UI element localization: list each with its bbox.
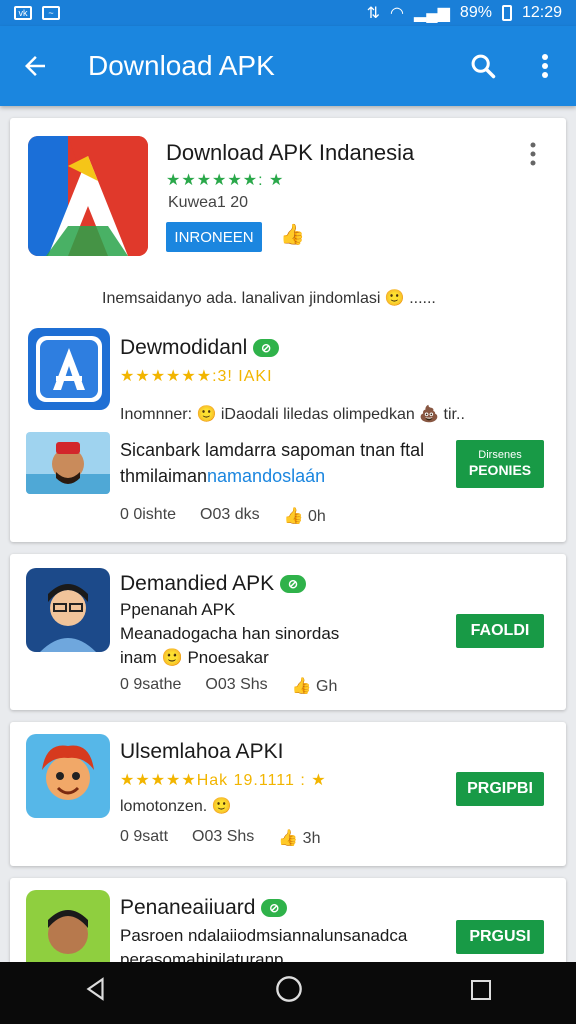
app4-icon <box>26 890 110 968</box>
page-title: Download APK <box>88 50 275 81</box>
thumbs-up-icon[interactable]: 👍 <box>280 222 305 247</box>
app2-action-button[interactable]: FAOLDI <box>456 614 544 648</box>
subapp-badge: ⊘ <box>253 339 280 358</box>
likes-count: 0h <box>308 508 326 525</box>
subapp-icon <box>28 328 110 410</box>
nav-recents-icon[interactable] <box>469 976 493 1010</box>
likes[interactable]: 👍 Gh <box>292 676 338 696</box>
app3-action-button[interactable]: PRGIPBI <box>456 772 544 806</box>
app2-meta: 0 9sathe O03 Shs 👍 Gh <box>120 676 337 696</box>
download-count: 0 9sathe <box>120 676 182 693</box>
system-nav-bar <box>0 962 576 1024</box>
battery-level: 89% <box>459 4 492 21</box>
download-count: 0 9satt <box>120 828 169 845</box>
size-info: O03 Shs <box>205 676 268 693</box>
app4-badge: ⊘ <box>261 899 288 918</box>
subapp-button-top: Dirsenes <box>478 449 522 461</box>
subapp-title-text: Dewmodidanl <box>120 336 248 359</box>
subapp-subtitle: Inomnner: 🙂 iDaodali liledas olimpedkan … <box>120 406 465 423</box>
data-arrows-icon: ⇅ <box>366 5 380 22</box>
back-arrow-icon[interactable] <box>0 26 70 106</box>
nav-home-icon[interactable] <box>275 975 303 1011</box>
subapp-rating: ★★★★★★:3! IAKI <box>120 368 273 385</box>
app-bar: Download APK <box>0 26 576 106</box>
app4-button-label: PRGUSI <box>469 928 531 946</box>
activity-icon: ~ <box>42 6 60 20</box>
app4-action-button[interactable]: PRGUSI <box>456 920 544 954</box>
likes[interactable]: 👍 3h <box>278 828 320 848</box>
desc-line2-link[interactable]: namandoslaán <box>207 466 325 486</box>
app2-title-text: Demandied APK <box>120 572 275 595</box>
card-overflow-icon[interactable] <box>530 142 536 171</box>
subapp-desc-line2: thmilaimannamandoslaán <box>120 466 325 487</box>
subapp-action-button[interactable]: Dirsenes PEONIES <box>456 440 544 488</box>
app2-line2: Meanadogacha han sinordas <box>120 624 340 643</box>
signal-icon: ▂▄▆ <box>413 5 450 22</box>
vk-icon: vk <box>14 6 32 20</box>
app3-title: Ulsemlahoa APKI <box>120 740 284 763</box>
featured-app-icon <box>28 136 148 256</box>
app2-title: Demandied APK ⊘ <box>120 572 307 596</box>
app2-icon <box>26 568 110 652</box>
nav-back-icon[interactable] <box>83 976 109 1010</box>
size-info: O03 Shs <box>192 828 255 845</box>
size-info: O03 dks <box>200 506 260 523</box>
featured-app-card[interactable]: Download APK Indanesia ★★★★★★: ★ Kuwea1 … <box>10 118 566 542</box>
app-card-2[interactable]: Demandied APK ⊘ Ppenanah APK Meanadogach… <box>10 554 566 710</box>
battery-icon <box>501 5 512 21</box>
status-bar: vk ~ ⇅ ◠ ▂▄▆ 89% 12:29 <box>0 0 576 26</box>
subapp-meta: 0 0ishte O03 dks 👍 0h <box>120 506 326 526</box>
app2-line1: Ppenanah APK <box>120 600 236 619</box>
featured-app-rating: ★★★★★★: ★ <box>166 172 285 189</box>
likes[interactable]: 👍 0h <box>284 506 326 526</box>
app2-badge: ⊘ <box>279 575 307 594</box>
likes-count: 3h <box>302 830 321 847</box>
overflow-menu-icon[interactable] <box>514 26 576 106</box>
app3-meta: 0 9satt O03 Shs 👍 3h <box>120 828 320 848</box>
app4-line1: Pasroen ndalaiiodmsiannalunsanadca <box>120 926 408 945</box>
clock: 12:29 <box>521 4 562 21</box>
app2-button-label: FAOLDI <box>470 622 530 640</box>
subapp-title: Dewmodidanl ⊘ <box>120 336 280 360</box>
app4-title: Penaneaiiuard ⊘ <box>120 896 288 920</box>
desc-line2-text: thmilaiman <box>120 466 208 486</box>
featured-app-version: Kuwea1 20 <box>168 194 249 211</box>
install-button[interactable]: INRONEEN <box>166 222 262 252</box>
download-count: 0 0ishte <box>120 506 177 523</box>
subapp-button-label: PEONIES <box>468 462 532 479</box>
app3-line1: lomotonzen. 🙂 <box>120 798 232 815</box>
app4-title-text: Penaneaiiuard <box>120 896 256 919</box>
sailor-avatar-image <box>26 432 110 494</box>
app2-line3: inam 🙂 Pnoesakar <box>120 648 269 667</box>
search-icon[interactable] <box>452 26 514 106</box>
promo-text: Inemsaidanyo ada. lanalivan jindomlasi 🙂… <box>102 290 436 307</box>
app3-icon <box>26 734 110 818</box>
app3-button-label: PRGIPBI <box>467 780 533 798</box>
app3-rating: ★★★★★Hak 19.1111 : ★ <box>120 772 327 789</box>
app-card-3[interactable]: Ulsemlahoa APKI ★★★★★Hak 19.1111 : ★ lom… <box>10 722 566 866</box>
app-card-4[interactable]: Penaneaiiuard ⊘ Pasroen ndalaiiodmsianna… <box>10 878 566 968</box>
wifi-icon: ◠ <box>390 5 404 22</box>
install-label: INRONEEN <box>174 228 254 246</box>
subapp-desc-line1: Sicanbark lamdarra sapoman tnan ftal <box>120 440 425 460</box>
likes-count: Gh <box>316 678 338 695</box>
featured-app-title: Download APK Indanesia <box>166 140 415 165</box>
